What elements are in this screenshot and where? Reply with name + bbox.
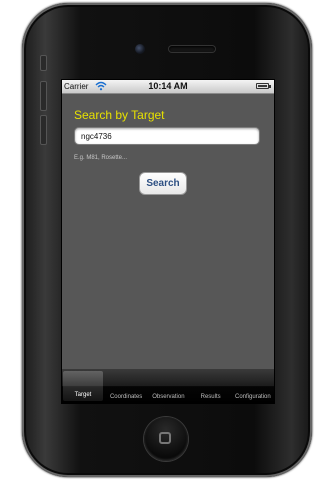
search-button[interactable]: Search xyxy=(139,172,187,195)
home-square-icon xyxy=(159,432,171,444)
battery-tip xyxy=(269,85,271,88)
mute-switch xyxy=(40,55,47,71)
tab-bar: Target Coordinates Observation Results C… xyxy=(62,369,274,403)
tab-results[interactable]: Results xyxy=(190,369,232,403)
results-tab-icon xyxy=(204,373,218,385)
volume-up-button xyxy=(40,81,47,111)
tab-coordinates[interactable]: Coordinates xyxy=(105,369,147,403)
battery-icon xyxy=(256,83,269,89)
target-tab-icon xyxy=(76,375,90,387)
tab-target[interactable]: Target xyxy=(63,371,103,401)
tab-observation[interactable]: Observation xyxy=(147,369,189,403)
target-search-input[interactable] xyxy=(74,127,260,145)
configuration-tab-icon xyxy=(246,373,260,385)
camera-icon xyxy=(135,44,145,54)
volume-down-button xyxy=(40,115,47,145)
app-screen: Carrier 10:14 AM Search by Target E.g. M… xyxy=(61,79,275,404)
observation-tab-icon xyxy=(161,373,175,385)
tab-configuration[interactable]: Configuration xyxy=(232,369,274,403)
search-hint: E.g. M81, Rosette... xyxy=(74,155,128,161)
status-bar: Carrier 10:14 AM xyxy=(62,80,274,94)
coordinates-tab-icon xyxy=(119,373,133,385)
page-title: Search by Target xyxy=(74,108,165,122)
speaker-icon xyxy=(169,46,215,52)
home-button-icon[interactable] xyxy=(144,417,188,461)
status-time: 10:14 AM xyxy=(148,81,188,91)
